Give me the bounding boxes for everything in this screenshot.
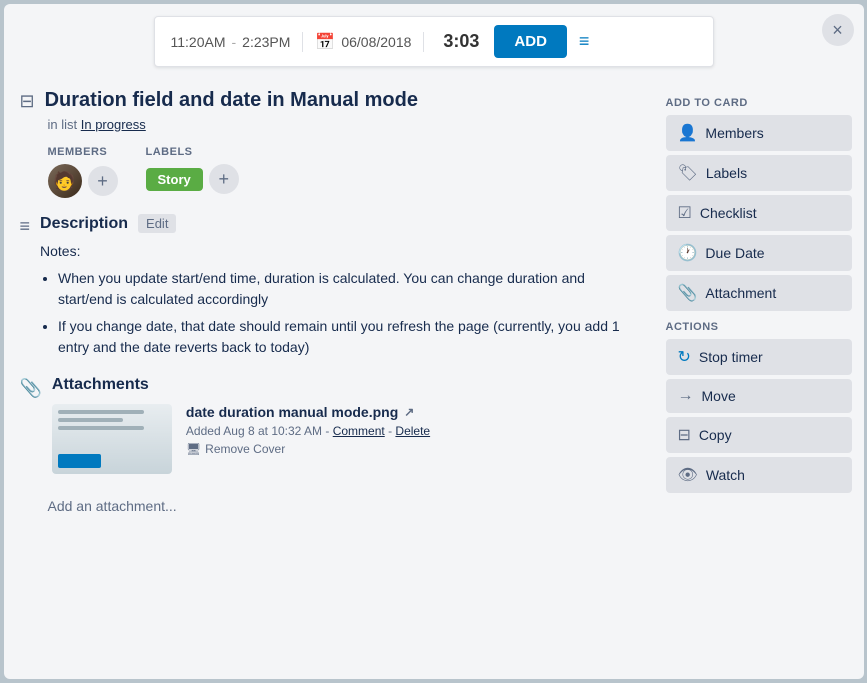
attachment-item: date duration manual mode.png ↗ Added Au…	[52, 404, 638, 474]
attachment-name-row: date duration manual mode.png ↗	[186, 404, 638, 420]
attachments-header: Attachments	[52, 376, 638, 394]
move-button[interactable]: → Move	[666, 379, 852, 413]
list-link[interactable]: In progress	[81, 117, 146, 132]
modal-body: ⊟ Duration field and date in Manual mode…	[4, 79, 864, 679]
add-to-card-title: ADD TO CARD	[666, 97, 852, 109]
card-title-row: ⊟ Duration field and date in Manual mode	[20, 87, 638, 113]
attachments-heading: Attachments	[52, 376, 149, 394]
sidebar-labels-button[interactable]: 🏷 Labels	[666, 155, 852, 191]
stop-timer-icon: ↻	[678, 347, 691, 367]
monitor-icon: 🖥	[186, 442, 201, 456]
description-list: When you update start/end time, duration…	[58, 268, 637, 358]
labels-label: LABELS	[146, 146, 239, 158]
card-type-icon: ⊟	[20, 91, 35, 112]
attachment-meta: Added Aug 8 at 10:32 AM - Comment - Dele…	[186, 424, 638, 438]
actions-title: ACTIONS	[666, 321, 852, 333]
description-edit-link[interactable]: Edit	[138, 214, 176, 233]
checklist-icon: ☑	[678, 203, 692, 223]
description-content: Description Edit Notes: When you update …	[40, 214, 637, 364]
start-time: 11:20AM	[171, 34, 226, 50]
attachment-added: Added Aug 8 at 10:32 AM	[186, 424, 322, 438]
labels-group: LABELS Story +	[146, 146, 239, 198]
description-section: ≡ Description Edit Notes: When you updat…	[20, 214, 638, 364]
description-heading: Description	[40, 215, 128, 233]
attachment-filename: date duration manual mode.png	[186, 404, 398, 420]
calendar-icon: 📅	[315, 32, 335, 52]
copy-icon: ⊟	[678, 425, 691, 445]
members-label: MEMBERS	[48, 146, 118, 158]
in-list: in list In progress	[48, 117, 638, 132]
members-group: MEMBERS 🧑 +	[48, 146, 118, 198]
add-attachment-link[interactable]: Add an attachment...	[48, 498, 177, 514]
time-range: 11:20AM - 2:23PM	[171, 34, 291, 50]
sidebar-attachment-button[interactable]: 📎 Attachment	[666, 275, 852, 311]
card-title: Duration field and date in Manual mode	[45, 87, 418, 113]
description-header: Description Edit	[40, 214, 637, 233]
description-item-2: If you change date, that date should rem…	[58, 316, 637, 358]
timer-date-group: 📅 06/08/2018	[302, 32, 424, 52]
due-date-icon: 🕐	[678, 243, 698, 263]
watch-icon: 👁	[678, 465, 698, 485]
description-notes: Notes:	[40, 241, 637, 262]
description-body: Notes: When you update start/end time, d…	[40, 241, 637, 358]
sidebar-checklist-button[interactable]: ☑ Checklist	[666, 195, 852, 231]
timer-duration: 3:03	[436, 31, 486, 52]
attachments-section: 📎 Attachments	[20, 376, 638, 474]
stop-timer-button[interactable]: ↻ Stop timer	[666, 339, 852, 375]
external-link-icon: ↗	[404, 405, 414, 419]
watch-button[interactable]: 👁 Watch	[666, 457, 852, 493]
sidebar-due-date-button[interactable]: 🕐 Due Date	[666, 235, 852, 271]
copy-button[interactable]: ⊟ Copy	[666, 417, 852, 453]
description-icon: ≡	[20, 216, 31, 237]
add-timer-button[interactable]: ADD	[494, 25, 567, 58]
sidebar-members-button[interactable]: 👤 Members	[666, 115, 852, 151]
description-item-1: When you update start/end time, duration…	[58, 268, 637, 310]
close-button[interactable]: ×	[822, 14, 854, 46]
move-icon: →	[678, 387, 694, 405]
sidebar: ADD TO CARD 👤 Members 🏷 Labels ☑ Checkli…	[654, 79, 864, 679]
labels-items: Story +	[146, 164, 239, 194]
timer-date: 06/08/2018	[341, 34, 411, 50]
attachment-delete-link[interactable]: Delete	[395, 424, 430, 438]
attachment-info: date duration manual mode.png ↗ Added Au…	[186, 404, 638, 456]
meta-section: MEMBERS 🧑 + LABELS Story +	[48, 146, 638, 198]
remove-cover-link[interactable]: 🖥 Remove Cover	[186, 442, 638, 456]
story-label-badge[interactable]: Story	[146, 168, 203, 191]
end-time: 2:23PM	[242, 34, 290, 50]
time-separator: -	[232, 34, 237, 50]
attachment-comment-link[interactable]: Comment	[333, 424, 385, 438]
members-items: 🧑 +	[48, 164, 118, 198]
main-content: ⊟ Duration field and date in Manual mode…	[4, 79, 654, 679]
avatar: 🧑	[48, 164, 82, 198]
modal-overlay: × 11:20AM - 2:23PM 📅 06/08/2018 3:03 ADD…	[4, 4, 864, 679]
attachment-btn-icon: 📎	[678, 283, 698, 303]
attachments-content: Attachments	[52, 376, 638, 474]
member-icon: 👤	[678, 123, 698, 143]
add-label-button[interactable]: +	[209, 164, 239, 194]
label-icon: 🏷	[678, 163, 698, 183]
add-member-button[interactable]: +	[88, 166, 118, 196]
attachments-icon: 📎	[20, 378, 42, 399]
timer-list-icon: ≡	[579, 31, 590, 52]
attachment-thumbnail	[52, 404, 172, 474]
timer-bar: 11:20AM - 2:23PM 📅 06/08/2018 3:03 ADD ≡	[154, 16, 714, 67]
